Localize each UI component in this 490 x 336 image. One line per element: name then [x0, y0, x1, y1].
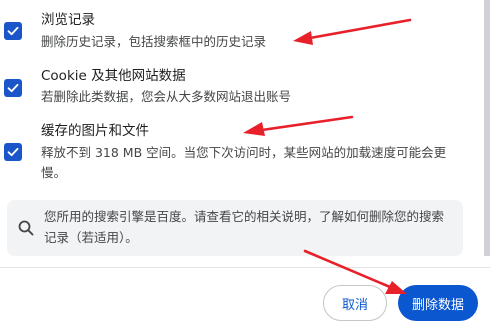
annotation-arrow [293, 18, 412, 45]
annotation-arrow [243, 115, 354, 136]
annotation-arrow [303, 249, 407, 294]
annotation-arrows [243, 18, 412, 294]
clear-browsing-data-dialog: 浏览记录 删除历史记录，包括搜索框中的历史记录 Cookie 及其他网站数据 若… [0, 0, 490, 336]
